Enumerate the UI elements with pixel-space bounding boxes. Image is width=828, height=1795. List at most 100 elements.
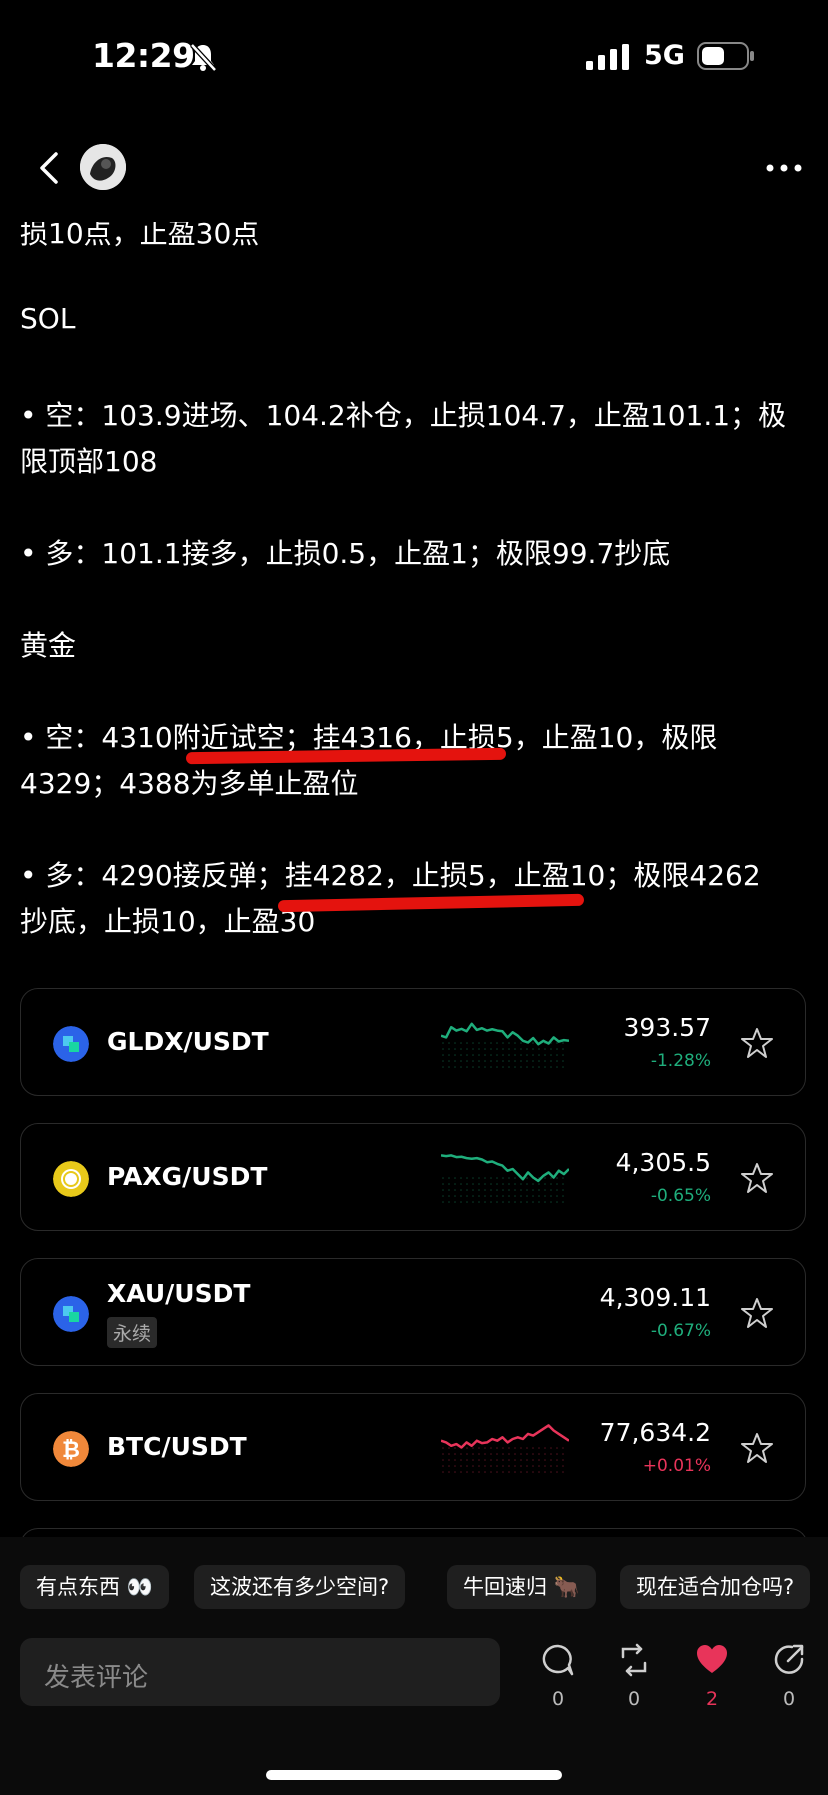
sparkline-dot: [514, 1195, 516, 1197]
market-card-xau[interactable]: XAU/USDT 永续 4,309.11 -0.67%: [20, 1258, 806, 1366]
sparkline-dot: [562, 1465, 564, 1467]
sparkline-dot: [448, 1060, 450, 1062]
sparkline-dot: [526, 1195, 528, 1197]
sparkline-dot: [472, 1465, 474, 1467]
sparkline-dot: [544, 1066, 546, 1068]
sparkline-dot: [520, 1066, 522, 1068]
sparkline-dot: [460, 1189, 462, 1191]
sparkline-dot: [514, 1447, 516, 1449]
sparkline-dot: [454, 1060, 456, 1062]
sparkline-dot: [532, 1447, 534, 1449]
sparkline-dot: [496, 1183, 498, 1185]
price-sparkline: [441, 1424, 569, 1473]
more-options-icon[interactable]: [762, 150, 806, 186]
quick-reply-chip[interactable]: 这波还有多少空间?: [194, 1565, 406, 1609]
sparkline-dot: [520, 1453, 522, 1455]
quick-reply-chip[interactable]: 现在适合加仓吗?: [620, 1565, 811, 1609]
quick-reply-chip[interactable]: 牛回速归 🐂: [447, 1565, 596, 1609]
sparkline-dot: [538, 1060, 540, 1062]
sparkline-dot: [538, 1183, 540, 1185]
market-card-gldx[interactable]: GLDX/USDT 393.57 -1.28%: [20, 988, 806, 1096]
sparkline-dot: [562, 1471, 564, 1473]
sparkline-dot: [556, 1447, 558, 1449]
sparkline-dot: [538, 1066, 540, 1068]
share-icon[interactable]: [772, 1643, 806, 1677]
sparkline-dot: [550, 1048, 552, 1050]
sparkline-dot: [550, 1453, 552, 1455]
sparkline-dot: [496, 1201, 498, 1203]
sparkline-dot: [466, 1183, 468, 1185]
sparkline-dot: [502, 1195, 504, 1197]
repost-count: 0: [627, 1688, 641, 1710]
like-heart-icon[interactable]: [695, 1643, 729, 1677]
sparkline-dot: [490, 1183, 492, 1185]
market-card-btc[interactable]: ₿ BTC/USDT 77,634.2 +0.01%: [20, 1393, 806, 1501]
quick-reply-chip[interactable]: 有点东西 👀: [20, 1565, 169, 1609]
sparkline-dot: [502, 1459, 504, 1461]
sparkline-dot: [556, 1183, 558, 1185]
repost-icon[interactable]: [617, 1643, 651, 1677]
sparkline-dot: [442, 1471, 444, 1473]
post-text-line: • 多：101.1接多，止损0.5，止盈1；极限99.7抄底: [20, 537, 671, 570]
sparkline-dot: [454, 1066, 456, 1068]
sparkline-dot: [526, 1048, 528, 1050]
network-type: 5G: [644, 40, 685, 71]
sparkline-dot: [562, 1459, 564, 1461]
sparkline-dot: [490, 1201, 492, 1203]
sparkline-dot: [508, 1453, 510, 1455]
sparkline-dot: [484, 1042, 486, 1044]
paxg-coin-icon: [53, 1161, 89, 1197]
sparkline-dot: [484, 1189, 486, 1191]
sparkline-dot: [448, 1048, 450, 1050]
sparkline-dot: [556, 1189, 558, 1191]
sparkline-dot: [532, 1453, 534, 1455]
sparkline-dot: [496, 1060, 498, 1062]
sparkline-dot: [442, 1189, 444, 1191]
sparkline-dot: [478, 1177, 480, 1179]
author-avatar[interactable]: [80, 144, 126, 190]
sparkline-dot: [448, 1201, 450, 1203]
sparkline-dot: [484, 1177, 486, 1179]
sparkline-dot: [496, 1453, 498, 1455]
favorite-star-icon[interactable]: [741, 1027, 773, 1059]
sparkline-dot: [484, 1048, 486, 1050]
post-text-line: 损10点，止盈30点: [20, 217, 260, 250]
btc-coin-icon: ₿: [53, 1431, 89, 1467]
sparkline-dot: [478, 1060, 480, 1062]
favorite-star-icon[interactable]: [741, 1432, 773, 1464]
sparkline-dot: [466, 1201, 468, 1203]
sparkline-dot: [454, 1453, 456, 1455]
post-heading-sol: SOL: [20, 302, 76, 335]
market-card-paxg[interactable]: PAXG/USDT 4,305.5 -0.65%: [20, 1123, 806, 1231]
sparkline-dot: [514, 1060, 516, 1062]
home-indicator: [266, 1770, 562, 1780]
sparkline-dot: [520, 1060, 522, 1062]
muted-bell-icon: [190, 43, 217, 72]
sparkline-dot: [508, 1054, 510, 1056]
sparkline-dot: [508, 1201, 510, 1203]
back-icon[interactable]: [28, 146, 72, 190]
sparkline-dot: [490, 1465, 492, 1467]
sparkline-dot: [556, 1465, 558, 1467]
sparkline-dot: [442, 1465, 444, 1467]
comment-icon[interactable]: [541, 1643, 575, 1677]
sparkline-dot: [526, 1447, 528, 1449]
sparkline-dot: [538, 1201, 540, 1203]
sparkline-dot: [442, 1195, 444, 1197]
favorite-star-icon[interactable]: [741, 1297, 773, 1329]
sparkline-dot: [448, 1066, 450, 1068]
sparkline-dot: [550, 1447, 552, 1449]
sparkline-dot: [490, 1471, 492, 1473]
favorite-star-icon[interactable]: [741, 1162, 773, 1194]
sparkline-dot: [508, 1042, 510, 1044]
sparkline-dot: [472, 1054, 474, 1056]
sparkline-dot: [544, 1465, 546, 1467]
status-time: 12:29: [92, 36, 195, 75]
price-change: +0.01%: [642, 1456, 711, 1476]
sparkline-dot: [466, 1042, 468, 1044]
sparkline-dot: [496, 1177, 498, 1179]
sparkline-dot: [472, 1471, 474, 1473]
sparkline-dot: [514, 1048, 516, 1050]
sparkline-dot: [496, 1195, 498, 1197]
sparkline-dot: [442, 1201, 444, 1203]
